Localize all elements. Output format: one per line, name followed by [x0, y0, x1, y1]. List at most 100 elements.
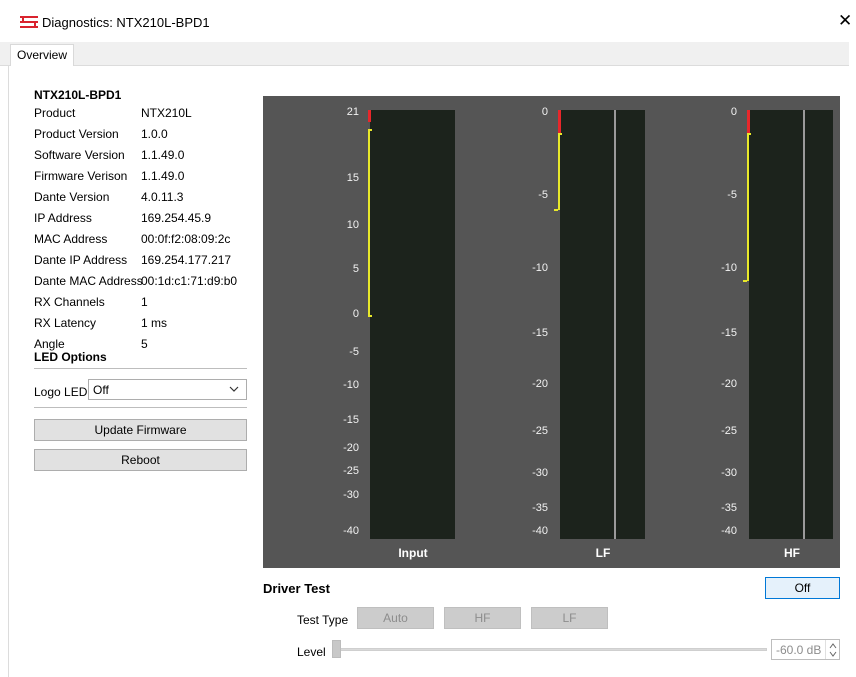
logo-led-select[interactable]: Off [88, 379, 247, 400]
speaker-logo-icon [20, 16, 38, 28]
input-meter-label: Input [398, 546, 428, 560]
hf-level-tick [747, 133, 751, 135]
input-peak-indicator [368, 110, 371, 122]
level-spinbox[interactable]: -60.0 dB [771, 639, 840, 660]
level-slider-track[interactable] [333, 648, 767, 651]
info-value: 1 ms [141, 316, 168, 330]
info-label: Firmware Verison [34, 169, 128, 183]
info-label: RX Channels [34, 295, 105, 309]
meter-tick-label: 5 [352, 263, 359, 275]
chevron-down-icon [229, 386, 239, 392]
meter-tick-label: -15 [721, 327, 737, 339]
lf-level-indicator [558, 133, 560, 210]
meter-tick-label: -10 [532, 262, 548, 274]
info-label: RX Latency [34, 316, 97, 330]
input-level-indicator [368, 129, 370, 316]
info-value: 00:0f:f2:08:09:2c [141, 232, 231, 246]
info-label: MAC Address [34, 232, 108, 246]
driver-test-toggle-button[interactable]: Off [765, 577, 840, 599]
driver-test-title: Driver Test [263, 581, 330, 596]
close-icon[interactable]: ✕ [838, 12, 852, 29]
hf-meter-bar [749, 110, 833, 539]
info-label: Product [34, 106, 76, 120]
title-bar: Diagnostics: NTX210L-BPD1 ✕ [0, 0, 856, 42]
meter-tick-label: -5 [727, 189, 737, 201]
meter-tick-label: -30 [721, 467, 737, 479]
meter-tick-label: -40 [721, 525, 737, 537]
info-label: Software Version [34, 148, 125, 162]
meter-tick-label: -10 [343, 379, 359, 391]
device-name: NTX210L-BPD1 [34, 88, 122, 102]
meter-tick-label: -25 [721, 425, 737, 437]
test-type-auto-button[interactable]: Auto [357, 607, 434, 629]
hf-meter-label: HF [784, 546, 800, 560]
meter-panel: 21 15 10 5 0 -5 -10 -15 -20 -25 -30 -40 Input 0 -5 -1… [263, 96, 840, 568]
meter-tick-label: -25 [343, 465, 359, 477]
panel-border [8, 66, 9, 677]
hf-level-tick [743, 280, 747, 282]
meter-tick-label: 0 [541, 106, 548, 118]
hf-meter-divider [803, 110, 805, 539]
input-level-tick [368, 129, 372, 131]
window-title: Diagnostics: NTX210L-BPD1 [42, 15, 210, 30]
meter-tick-label: -5 [349, 346, 359, 358]
info-value: 169.254.177.217 [141, 253, 232, 267]
test-type-label: Test Type [297, 613, 349, 627]
level-label: Level [297, 645, 326, 659]
level-value: -60.0 dB [776, 643, 822, 657]
meter-tick-label: -20 [343, 442, 359, 454]
info-value: 00:1d:c1:71:d9:b0 [141, 274, 238, 288]
info-value: 169.254.45.9 [141, 211, 212, 225]
test-type-lf-button[interactable]: LF [531, 607, 608, 629]
divider [34, 368, 247, 369]
info-value: 1.1.49.0 [141, 169, 185, 183]
meter-tick-label: 21 [346, 106, 359, 118]
spin-down-icon[interactable] [829, 650, 837, 658]
info-label: Dante IP Address [34, 253, 128, 267]
logo-led-label: Logo LED [34, 385, 88, 399]
lf-meter-divider [614, 110, 616, 539]
meter-tick-label: -10 [721, 262, 737, 274]
meter-tick-label: -35 [532, 502, 548, 514]
lf-meter-bar [560, 110, 645, 539]
tab-overview[interactable]: Overview [10, 44, 75, 66]
reboot-button[interactable]: Reboot [34, 449, 247, 471]
info-label: IP Address [34, 211, 92, 225]
meter-tick-label: 10 [346, 219, 359, 231]
info-value: 4.0.11.3 [141, 190, 184, 204]
info-value: 1.0.0 [141, 127, 168, 141]
lf-level-tick [558, 133, 562, 135]
meter-tick-label: 0 [730, 106, 737, 118]
update-firmware-button[interactable]: Update Firmware [34, 419, 247, 441]
info-value: 1 [141, 295, 148, 309]
lf-peak-indicator [558, 110, 561, 133]
info-value: 5 [141, 337, 148, 351]
meter-tick-label: 0 [352, 308, 359, 320]
meter-tick-label: -15 [532, 327, 548, 339]
level-slider-handle[interactable] [332, 640, 341, 658]
hf-level-indicator [747, 133, 749, 281]
info-label: Product Version [34, 127, 119, 141]
test-type-hf-button[interactable]: HF [444, 607, 521, 629]
logo-led-value: Off [93, 383, 109, 397]
info-label: Dante MAC Address [34, 274, 143, 288]
meter-tick-label: 15 [346, 172, 359, 184]
meter-tick-label: -5 [538, 189, 548, 201]
info-label: Dante Version [34, 190, 110, 204]
input-level-tick [368, 315, 372, 317]
spin-arrows[interactable] [825, 640, 839, 659]
info-value: 1.1.49.0 [141, 148, 185, 162]
divider [34, 407, 247, 408]
meter-tick-label: -20 [532, 378, 548, 390]
meter-tick-label: -35 [721, 502, 737, 514]
info-value: NTX210L [141, 106, 192, 120]
led-options-title: LED Options [34, 350, 107, 364]
meter-tick-label: -30 [532, 467, 548, 479]
tab-bar: Overview [0, 42, 849, 66]
spin-up-icon[interactable] [829, 642, 837, 650]
meter-tick-label: -15 [343, 414, 359, 426]
meter-tick-label: -30 [343, 489, 359, 501]
info-label: Angle [34, 337, 65, 351]
hf-peak-indicator [747, 110, 750, 133]
meter-tick-label: -40 [343, 525, 359, 537]
